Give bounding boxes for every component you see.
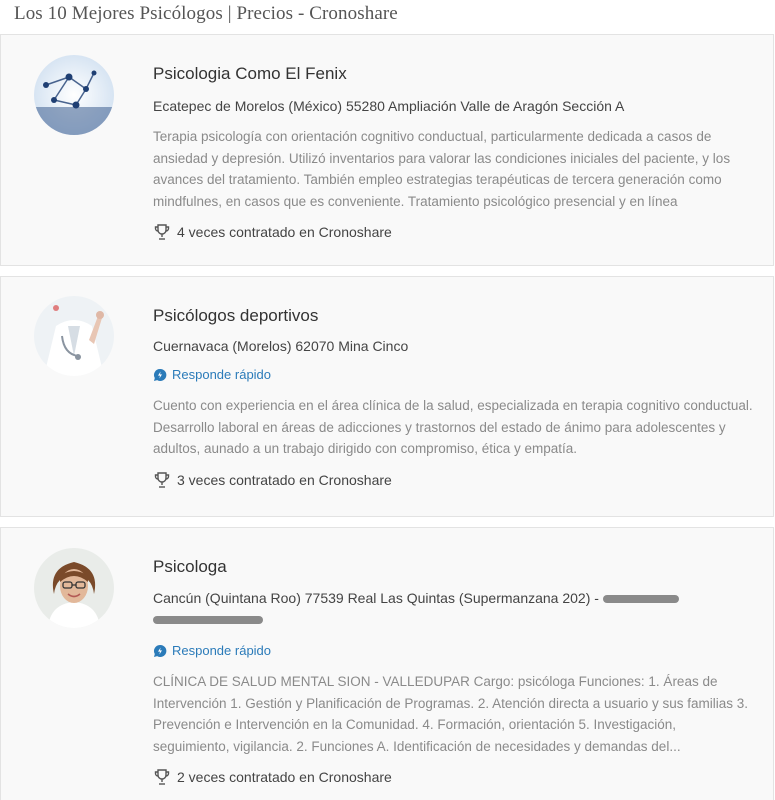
avatar-fenix[interactable] — [34, 55, 114, 135]
trophy-icon — [153, 768, 171, 786]
trophy-icon — [153, 471, 171, 489]
listing-description: Terapia psicología con orientación cogni… — [153, 129, 731, 209]
listing-description: CLÍNICA DE SALUD MENTAL SION - VALLEDUPA… — [153, 674, 749, 754]
listing-location: Cancún (Quintana Roo) 77539 Real Las Qui… — [153, 588, 753, 630]
badge-label: Responde rápido — [172, 367, 272, 382]
avatar-psicologa[interactable] — [34, 548, 114, 628]
hired-text: 2 veces contratado en Cronoshare — [177, 769, 392, 785]
listing-location: Ecatepec de Morelos (México) 55280 Ampli… — [153, 98, 625, 114]
listing-title[interactable]: Psicólogos deportivos — [153, 305, 753, 327]
fast-response-badge: Responde rápido — [153, 366, 753, 384]
hired-count: 2 veces contratado en Cronoshare — [153, 767, 753, 787]
listing-location: Cuernavaca (Morelos) 62070 Mina Cinco — [153, 338, 409, 354]
page-title: Los 10 Mejores Psicólogos | Precios - Cr… — [14, 3, 398, 24]
redacted-name — [602, 595, 679, 604]
hired-count: 3 veces contratado en Cronoshare — [153, 470, 753, 490]
hired-count: 4 veces contratado en Cronoshare — [153, 222, 753, 242]
hired-text: 3 veces contratado en Cronoshare — [177, 471, 392, 488]
listing-description: Cuento con experiencia en el área clínic… — [153, 398, 753, 456]
badge-label: Responde rápido — [172, 643, 272, 658]
listing-title[interactable]: Psicologa — [153, 556, 753, 578]
hired-text: 4 veces contratado en Cronoshare — [177, 224, 392, 240]
listing-title[interactable]: Psicologia Como El Fenix — [153, 63, 753, 85]
fast-response-badge: Responde rápido — [153, 642, 753, 660]
listing-card-fenix[interactable]: Psicologia Como El Fenix Ecatepec de Mor… — [0, 34, 774, 266]
listing-card-psicologa[interactable]: Psicologa Cancún (Quintana Roo) 77539 Re… — [0, 527, 774, 800]
speech-bubble-icon — [153, 368, 167, 382]
location-text: Cancún (Quintana Roo) 77539 Real Las Qui… — [153, 590, 599, 606]
speech-bubble-icon — [153, 644, 167, 658]
redacted-name-continued — [153, 616, 263, 625]
avatar-deportivos[interactable] — [34, 296, 114, 376]
listing-card-deportivos[interactable]: Psicólogos deportivos Cuernavaca (Morelo… — [0, 276, 774, 517]
trophy-icon — [153, 223, 171, 241]
